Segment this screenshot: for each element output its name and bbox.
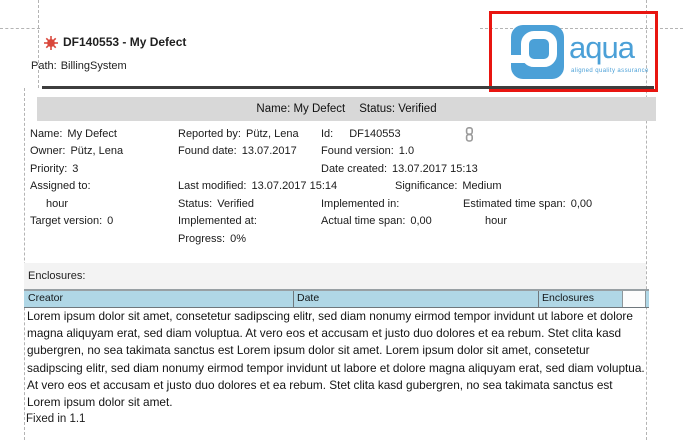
report-title-bar: Name: My Defect Status: Verified bbox=[37, 97, 656, 121]
field-found-version: Found version:1.0 bbox=[321, 145, 414, 157]
field-owner: Owner:Pütz, Lena bbox=[30, 145, 123, 157]
header-divider-line bbox=[42, 86, 654, 89]
attachment-icon bbox=[465, 127, 474, 142]
margin-guide-left-top bbox=[38, 0, 39, 88]
field-progress: Progress:0% bbox=[178, 233, 246, 245]
field-id: Id:DF140553 bbox=[321, 128, 401, 140]
field-found-date: Found date:13.07.2017 bbox=[178, 145, 297, 157]
field-assigned-to: Assigned to: bbox=[30, 180, 96, 192]
column-header-date: Date bbox=[297, 292, 319, 304]
title-bar-name: Name: My Defect bbox=[256, 103, 345, 115]
field-priority: Priority:3 bbox=[30, 163, 78, 175]
bug-icon bbox=[44, 36, 58, 50]
field-estimated-time-span-unit: hour bbox=[485, 215, 507, 227]
title-bar-status: Status: Verified bbox=[359, 103, 436, 115]
fixed-in-note: Fixed in 1.1 bbox=[26, 413, 85, 425]
margin-guide-top-left bbox=[0, 28, 40, 29]
red-highlight-rectangle bbox=[489, 11, 658, 92]
header-empty-cell bbox=[622, 291, 646, 307]
enclosures-section-label: Enclosures: bbox=[28, 270, 85, 282]
field-implemented-in: Implemented in: bbox=[321, 198, 404, 210]
field-implemented-at: Implemented at: bbox=[178, 215, 262, 227]
column-header-creator: Creator bbox=[28, 292, 63, 304]
column-separator bbox=[538, 291, 539, 307]
field-status: Status:Verified bbox=[178, 198, 254, 210]
column-separator bbox=[293, 291, 294, 307]
field-significance: Significance:Medium bbox=[395, 180, 502, 192]
field-last-modified: Last modified:13.07.2017 15:14 bbox=[178, 180, 337, 192]
field-actual-time-span: Actual time span:0,00 bbox=[321, 215, 432, 227]
description-text: Lorem ipsum dolor sit amet, consetetur s… bbox=[27, 308, 647, 411]
enclosures-section-band: Enclosures: bbox=[24, 263, 646, 290]
enclosures-table-header: Creator Date Enclosures bbox=[24, 289, 649, 308]
field-estimated-time-span: Estimated time span:0,00 bbox=[463, 198, 592, 210]
field-reported-by: Reported by:Pütz, Lena bbox=[178, 128, 299, 140]
path-label: Path: bbox=[31, 60, 57, 72]
path-value: BillingSystem bbox=[61, 60, 127, 72]
defect-path: Path: BillingSystem bbox=[31, 60, 127, 72]
column-header-enclosures: Enclosures bbox=[542, 292, 594, 304]
field-target-version: Target version:0 bbox=[30, 215, 113, 227]
defect-report-preview: DF140553 - My Defect Path:BillingSystem … bbox=[0, 0, 683, 440]
defect-title: DF140553 - My Defect bbox=[63, 35, 186, 49]
field-assigned-to-unit: hour bbox=[46, 198, 68, 210]
field-name: Name:My Defect bbox=[30, 128, 117, 140]
field-date-created: Date created:13.07.2017 15:13 bbox=[321, 163, 478, 175]
